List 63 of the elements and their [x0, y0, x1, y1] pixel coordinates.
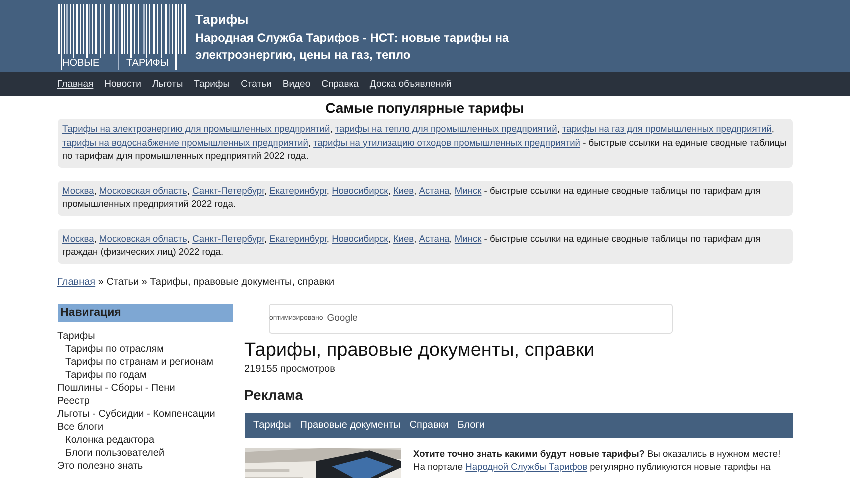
sidebar-item[interactable]: Реестр [58, 394, 232, 408]
link[interactable]: тарифы на водоснабжение промышленных предприятий [62, 138, 308, 148]
sidebar-item[interactable]: Блоги пользователей [58, 446, 232, 460]
link[interactable]: Минск [454, 234, 482, 244]
link[interactable]: Москва [62, 234, 94, 244]
quick-links-panel: Москва, Московская область, Санкт-Петербург, Екатеринбург, Новосибирск, Киев, Астана, Минск - быстрые ссылки на единые сводные таблицы по тарифам для граждан (физических лиц) 2022 года. [58, 228, 792, 264]
link[interactable]: тарифы на газ для промышленных предприятий [562, 124, 772, 134]
link[interactable]: Астана [419, 186, 450, 196]
breadcrumb-separator: » [97, 276, 105, 288]
link[interactable]: Москва [62, 186, 94, 196]
tab[interactable]: Справки [410, 420, 449, 430]
nav-link[interactable]: Видео [282, 78, 311, 90]
tab[interactable]: Тарифы [254, 420, 292, 430]
link[interactable]: Новосибирск [332, 234, 388, 244]
tab[interactable]: Правовые документы [300, 420, 401, 430]
nav-link[interactable]: Льготы [152, 78, 184, 90]
link[interactable]: Московская область [99, 234, 188, 244]
link[interactable]: Новосибирск [332, 186, 388, 196]
sidebar-item[interactable]: Тарифы по годам [58, 368, 232, 382]
breadcrumb-separator: » [140, 276, 148, 288]
breadcrumb: Статьи [106, 276, 140, 288]
sidebar-item[interactable]: Это полезно знать [58, 460, 232, 472]
sidebar-item[interactable]: Все блоги [58, 420, 232, 434]
link[interactable]: Московская область [99, 186, 188, 196]
link[interactable]: Киев [393, 234, 414, 244]
link[interactable]: Тарифы на электроэнергию для промышленных предприятий [62, 124, 330, 134]
link[interactable]: Киев [393, 186, 414, 196]
link[interactable]: тарифы на тепло для промышленных предприятий [335, 124, 558, 134]
sidebar-item[interactable]: Пошлины - Сборы - Пени [58, 382, 232, 394]
sidebar-item[interactable]: Льготы - Субсидии - Компенсации [58, 408, 232, 420]
link[interactable]: Екатеринбург [270, 186, 327, 196]
link[interactable]: Екатеринбург [270, 234, 327, 244]
sidebar-item[interactable]: Колонка редактора [58, 434, 232, 446]
breadcrumb-link[interactable]: Главная [58, 276, 96, 288]
quick-links-panel: Москва, Московская область, Санкт-Петербург, Екатеринбург, Новосибирск, Киев, Астана, Минск - быстрые ссылки на единые сводные таблицы по тарифам для промышленных предприятий 2022 года. [58, 180, 792, 216]
sidebar-item[interactable]: Тарифы по отраслям [58, 342, 232, 356]
ad-heading: Реклама [244, 386, 304, 402]
link[interactable]: тарифы на утилизацию отходов промышленных предприятий [314, 138, 580, 148]
logo[interactable]: НОВЫЕ ТАРИФЫ [58, 4, 186, 70]
sidebar-item[interactable]: Тарифы по странам и регионам [58, 356, 232, 368]
nav-link[interactable]: Тарифы [194, 78, 230, 90]
nav-link[interactable]: Статьи [241, 78, 272, 90]
article-title: Тарифы, правовые документы, справки [244, 340, 596, 362]
link[interactable]: Народной Службы Тарифов [466, 462, 588, 472]
quick-links-panel: Тарифы на электроэнергию для промышленных предприятий, тарифы на тепло для промышленных предприятий, тарифы на газ для промышленных предприятий, тарифы на водоснабжение промышленных предприятий, тарифы на утилизацию отходов промышленных предприятий - быстрые ссылки на единые сводные таблицы по тарифам для промышленных предприятий 2022 года. [58, 119, 792, 168]
nav-link[interactable]: Справка [322, 78, 359, 90]
link[interactable]: Минск [454, 186, 482, 196]
section-heading: Самые популярные тарифы [324, 100, 526, 116]
link[interactable]: Астана [419, 234, 450, 244]
search-brand: Google [327, 313, 358, 324]
sidebar-item[interactable]: Тарифы [58, 330, 232, 342]
nav-link[interactable]: Новости [104, 78, 142, 90]
tab[interactable]: Блоги [458, 420, 485, 430]
breadcrumb: Тарифы, правовые документы, справки [150, 276, 335, 288]
link[interactable]: Санкт-Петербург [192, 186, 264, 196]
site-title: Тарифы [196, 12, 250, 27]
nav-link[interactable]: Главная [58, 78, 94, 90]
view-count: 219155 просмотров [244, 364, 336, 374]
site-subtitle: Народная Служба Тарифов - НСТ: новые тарифы на электроэнергию, цены на газ, тепло [196, 30, 510, 64]
sidebar-heading: Навигация [58, 304, 232, 322]
nav-link[interactable]: Доска объявлений [370, 78, 452, 90]
intro-paragraph: Хотите точно знать какими будут новые тарифы? Вы оказались в нужном месте! На портале Народной Службы Тарифов регулярно публикуются новые тарифы на [414, 448, 782, 474]
link[interactable]: Санкт-Петербург [192, 234, 264, 244]
